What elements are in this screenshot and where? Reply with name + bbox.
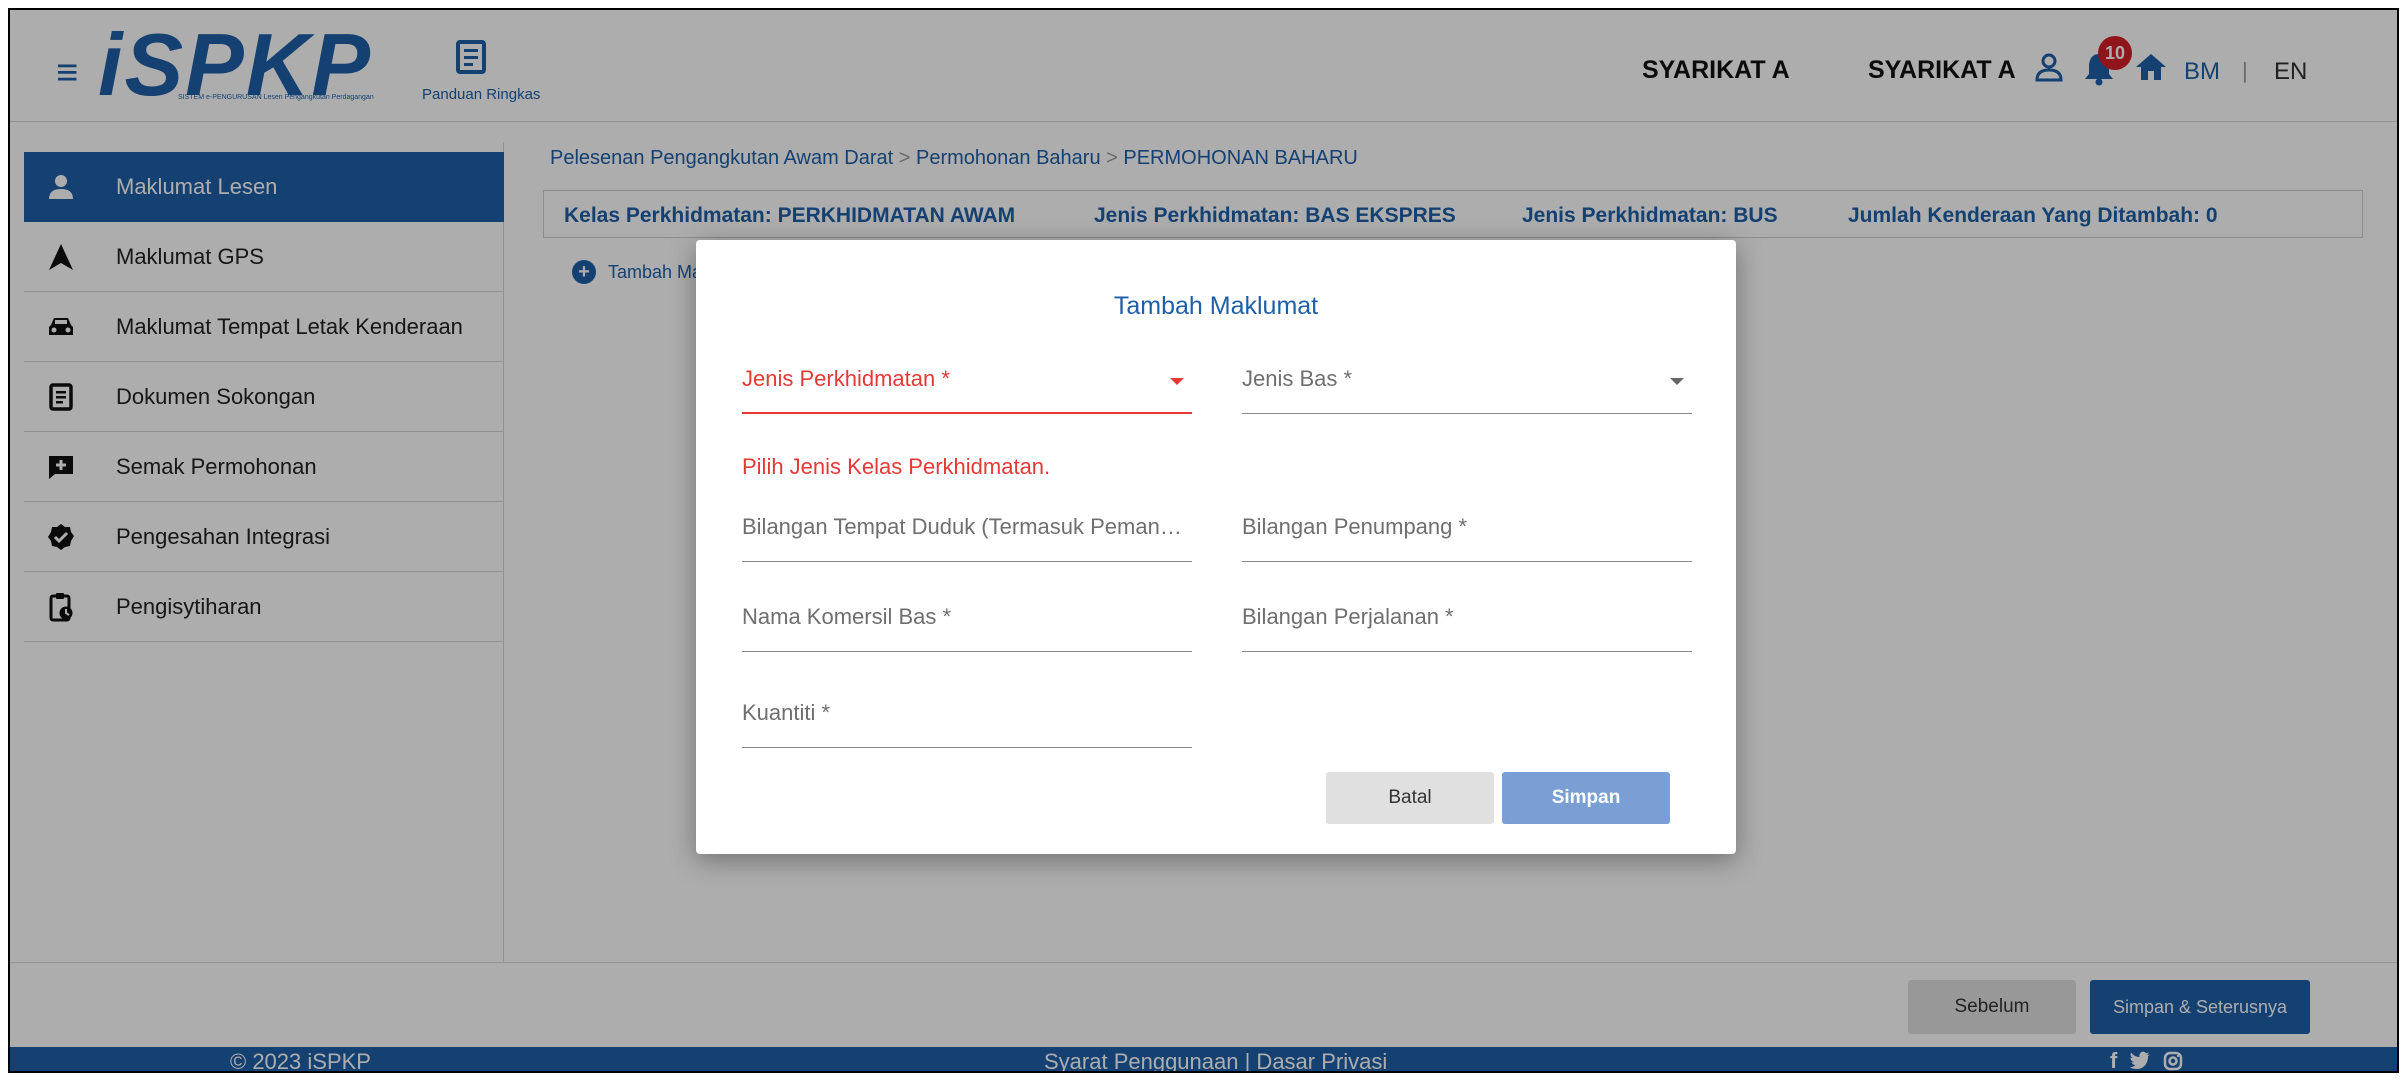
bilangan-tempat-duduk-label: Bilangan Tempat Duduk (Termasuk Pemandu)… [742,514,1188,539]
bilangan-penumpang-input[interactable]: Bilangan Penumpang * [1242,510,1692,562]
save-button[interactable]: Simpan [1502,772,1670,824]
dialog-title: Tambah Maklumat [1113,292,1319,320]
jenis-perkhidmatan-select[interactable]: Jenis Perkhidmatan * [742,362,1192,414]
dropdown-arrow-icon [1670,378,1684,385]
app-root: ≡ iSPKP SISTEM e-PENGURUSAN Lesen Pengan… [10,10,2397,1071]
bilangan-perjalanan-input[interactable]: Bilangan Perjalanan * [1242,600,1692,652]
jenis-perkhidmatan-error: Pilih Jenis Kelas Perkhidmatan. [742,454,1051,479]
nama-komersil-bas-label: Nama Komersil Bas * [742,604,952,629]
kuantiti-input[interactable]: Kuantiti * [742,696,1192,748]
bilangan-tempat-duduk-input[interactable]: Bilangan Tempat Duduk (Termasuk Pemandu)… [742,510,1192,562]
nama-komersil-bas-input[interactable]: Nama Komersil Bas * [742,600,1192,652]
jenis-bas-label: Jenis Bas * [1242,366,1353,391]
browser-frame: ≡ iSPKP SISTEM e-PENGURUSAN Lesen Pengan… [8,8,2399,1073]
tambah-maklumat-dialog: Tambah Maklumat Jenis Perkhidmatan * Jen… [696,240,1736,854]
cancel-button[interactable]: Batal [1326,772,1494,824]
jenis-perkhidmatan-label: Jenis Perkhidmatan * [742,366,950,391]
bilangan-penumpang-label: Bilangan Penumpang * [1242,514,1468,539]
jenis-bas-select[interactable]: Jenis Bas * [1242,362,1692,414]
bilangan-perjalanan-label: Bilangan Perjalanan * [1242,604,1454,629]
kuantiti-label: Kuantiti * [742,700,831,725]
dropdown-arrow-icon [1170,378,1184,385]
